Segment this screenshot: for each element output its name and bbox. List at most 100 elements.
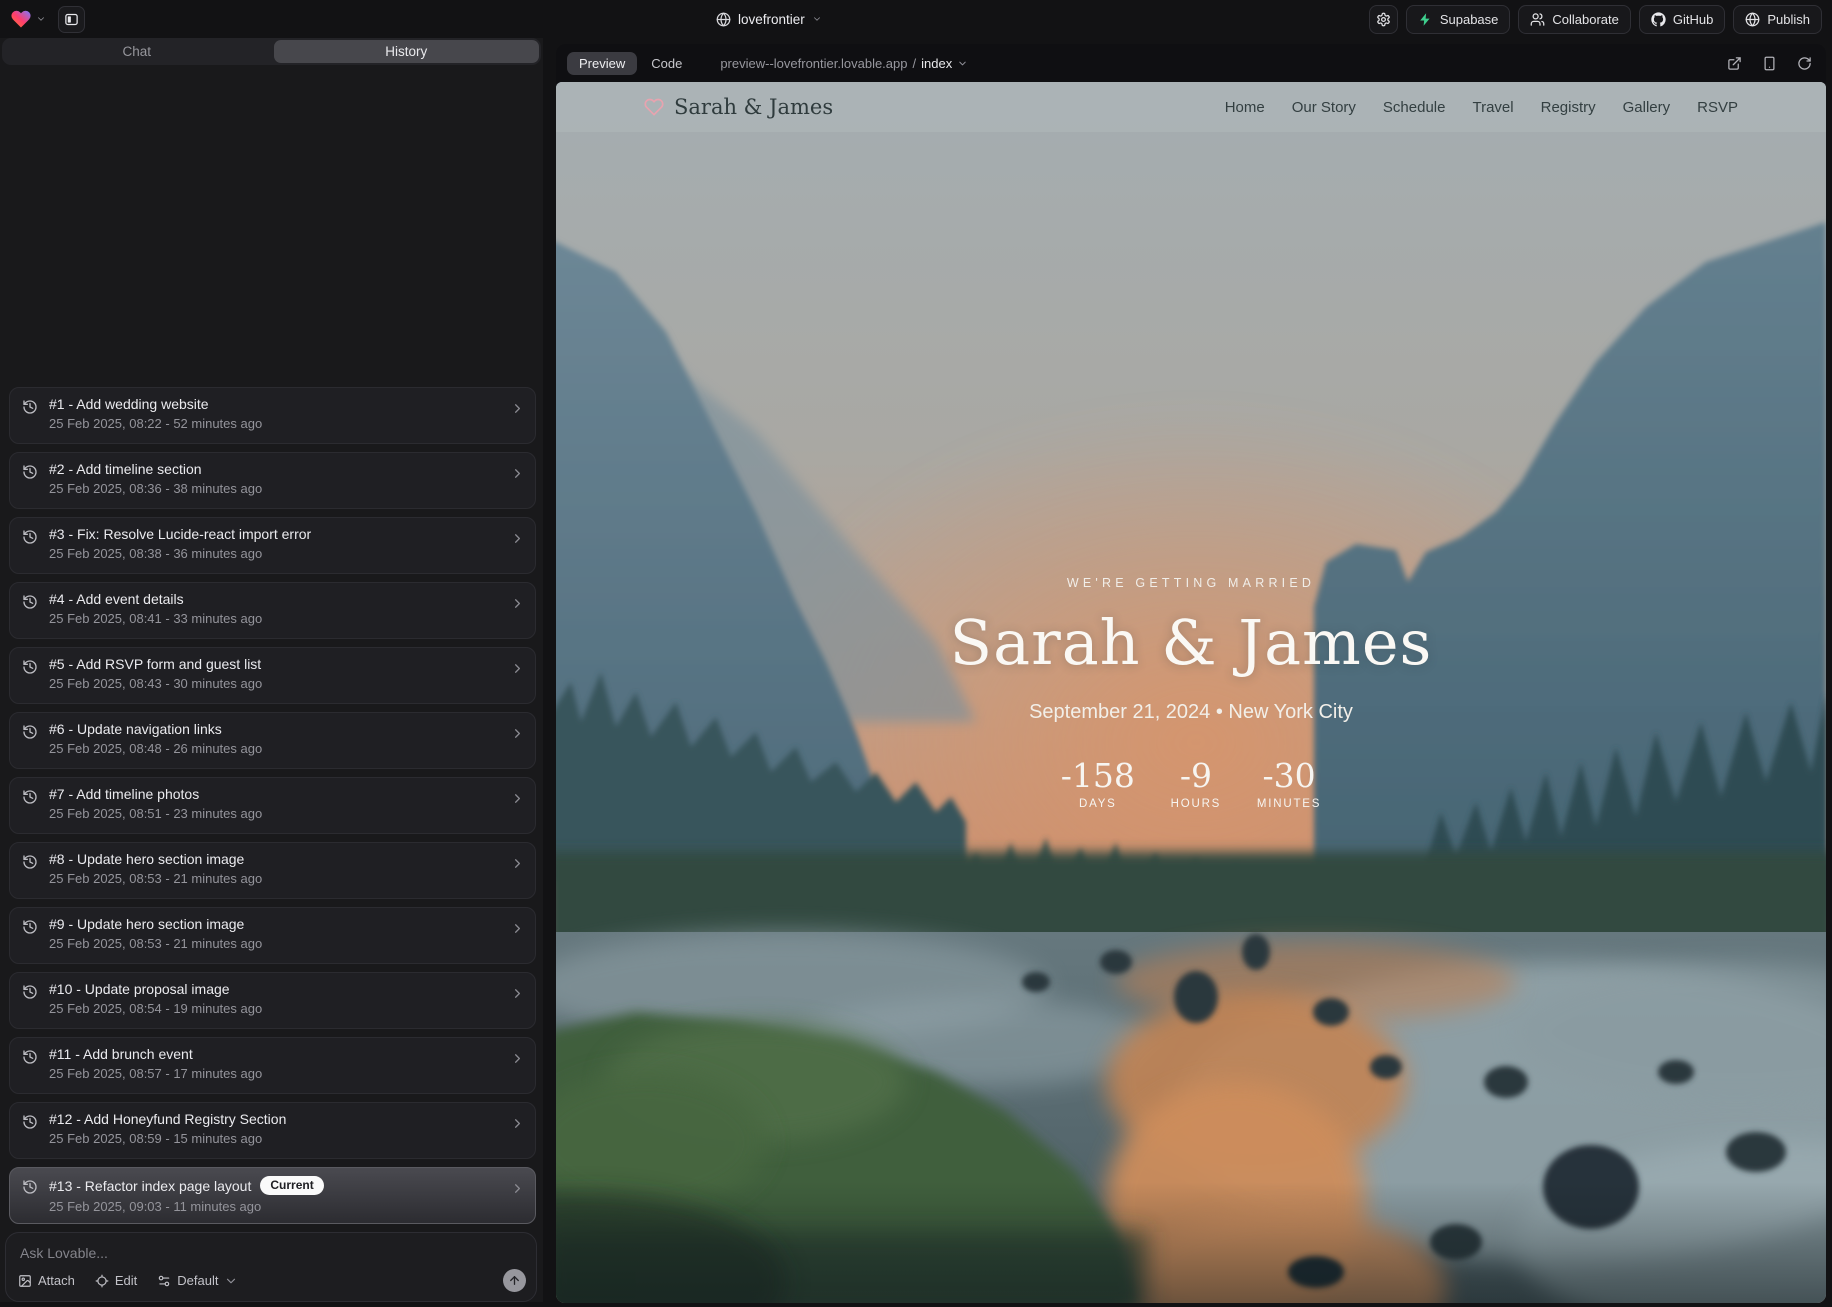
history-item-title: #9 - Update hero section image bbox=[49, 916, 244, 932]
tab-chat[interactable]: Chat bbox=[4, 40, 270, 63]
chevron-right-icon[interactable] bbox=[510, 856, 525, 871]
history-item-title: #6 - Update navigation links bbox=[49, 721, 222, 737]
model-mode-selector[interactable]: Default bbox=[157, 1273, 238, 1288]
chevron-right-icon[interactable] bbox=[510, 921, 525, 936]
history-item[interactable]: #9 - Update hero section image 25 Feb 20… bbox=[9, 907, 536, 964]
chevron-right-icon[interactable] bbox=[510, 661, 525, 676]
open-external-icon[interactable] bbox=[1727, 56, 1742, 71]
history-icon bbox=[22, 399, 38, 415]
history-item[interactable]: #10 - Update proposal image 25 Feb 2025,… bbox=[9, 972, 536, 1029]
publish-button[interactable]: Publish bbox=[1733, 5, 1822, 34]
history-item-title: #5 - Add RSVP form and guest list bbox=[49, 656, 261, 672]
history-item[interactable]: #5 - Add RSVP form and guest list 25 Feb… bbox=[9, 647, 536, 704]
send-button[interactable] bbox=[503, 1269, 526, 1292]
chevron-right-icon[interactable] bbox=[510, 1051, 525, 1066]
history-item[interactable]: #12 - Add Honeyfund Registry Section 25 … bbox=[9, 1102, 536, 1159]
history-item[interactable]: #2 - Add timeline section 25 Feb 2025, 0… bbox=[9, 452, 536, 509]
lovable-heart-icon bbox=[10, 8, 32, 30]
history-item-title: #12 - Add Honeyfund Registry Section bbox=[49, 1111, 286, 1127]
settings-button[interactable] bbox=[1369, 5, 1398, 34]
history-icon bbox=[22, 594, 38, 610]
history-item[interactable]: #1 - Add wedding website 25 Feb 2025, 08… bbox=[9, 387, 536, 444]
countdown-value: -158 bbox=[1061, 756, 1135, 795]
image-icon bbox=[18, 1274, 32, 1288]
project-switcher[interactable]: lovefrontier bbox=[716, 0, 822, 38]
tab-code[interactable]: Code bbox=[639, 52, 694, 75]
gear-icon bbox=[1376, 12, 1391, 27]
tab-preview[interactable]: Preview bbox=[567, 52, 637, 75]
countdown-value: -9 bbox=[1180, 756, 1212, 795]
edit-label: Edit bbox=[115, 1273, 137, 1288]
countdown-value: -30 bbox=[1262, 756, 1315, 795]
history-item-timestamp: 25 Feb 2025, 08:54 - 19 minutes ago bbox=[49, 1001, 523, 1016]
history-item-timestamp: 25 Feb 2025, 08:43 - 30 minutes ago bbox=[49, 676, 523, 691]
mobile-view-icon[interactable] bbox=[1762, 56, 1777, 71]
chevron-right-icon[interactable] bbox=[510, 1181, 525, 1196]
history-icon bbox=[22, 1179, 38, 1195]
countdown-label: MINUTES bbox=[1257, 798, 1321, 810]
history-icon bbox=[22, 854, 38, 870]
chevron-right-icon[interactable] bbox=[510, 401, 525, 416]
chevron-right-icon[interactable] bbox=[510, 1116, 525, 1131]
project-name: lovefrontier bbox=[738, 12, 805, 27]
history-item-timestamp: 25 Feb 2025, 08:57 - 17 minutes ago bbox=[49, 1066, 523, 1081]
collaborate-button[interactable]: Collaborate bbox=[1518, 5, 1631, 34]
panel-left-icon bbox=[64, 12, 79, 27]
history-item[interactable]: #11 - Add brunch event 25 Feb 2025, 08:5… bbox=[9, 1037, 536, 1094]
site-viewport: Sarah & James Home Our Story Schedule Tr… bbox=[556, 82, 1826, 1303]
chevron-right-icon[interactable] bbox=[510, 531, 525, 546]
preview-panel: Preview Code preview--lovefrontier.lovab… bbox=[556, 44, 1826, 1303]
chevron-right-icon[interactable] bbox=[510, 726, 525, 741]
users-icon bbox=[1530, 12, 1545, 27]
history-icon bbox=[22, 529, 38, 545]
history-item[interactable]: #7 - Add timeline photos 25 Feb 2025, 08… bbox=[9, 777, 536, 834]
countdown-column: -30 MINUTES bbox=[1257, 756, 1321, 810]
edit-button[interactable]: Edit bbox=[95, 1273, 137, 1288]
supabase-label: Supabase bbox=[1440, 12, 1499, 27]
history-icon bbox=[22, 789, 38, 805]
history-item-title: #7 - Add timeline photos bbox=[49, 786, 199, 802]
chevron-down-icon bbox=[36, 14, 46, 24]
preview-url: preview--lovefrontier.lovable.app bbox=[720, 56, 907, 71]
history-item[interactable]: #6 - Update navigation links 25 Feb 2025… bbox=[9, 712, 536, 769]
tab-history[interactable]: History bbox=[274, 40, 540, 63]
history-item-title: #2 - Add timeline section bbox=[49, 461, 202, 477]
hero-eyebrow: WE'RE GETTING MARRIED bbox=[1067, 576, 1315, 590]
history-icon bbox=[22, 919, 38, 935]
history-item-timestamp: 25 Feb 2025, 08:41 - 33 minutes ago bbox=[49, 611, 523, 626]
history-item[interactable]: #3 - Fix: Resolve Lucide-react import er… bbox=[9, 517, 536, 574]
hero-subtitle: September 21, 2024 • New York City bbox=[1029, 701, 1353, 724]
prompt-input[interactable] bbox=[6, 1233, 536, 1267]
chevron-down-icon bbox=[224, 1274, 238, 1288]
supabase-bolt-icon bbox=[1418, 12, 1433, 27]
hero-section: WE'RE GETTING MARRIED Sarah & James Sept… bbox=[556, 82, 1826, 1303]
chevron-right-icon[interactable] bbox=[510, 791, 525, 806]
supabase-button[interactable]: Supabase bbox=[1406, 5, 1511, 34]
chevron-right-icon[interactable] bbox=[510, 986, 525, 1001]
history-icon bbox=[22, 1114, 38, 1130]
chevron-right-icon[interactable] bbox=[510, 466, 525, 481]
globe-icon bbox=[1745, 12, 1760, 27]
preview-toolbar: Preview Code preview--lovefrontier.lovab… bbox=[556, 44, 1826, 82]
history-item-title: #8 - Update hero section image bbox=[49, 851, 244, 867]
history-item[interactable]: #8 - Update hero section image 25 Feb 20… bbox=[9, 842, 536, 899]
github-button[interactable]: GitHub bbox=[1639, 5, 1725, 34]
history-item-timestamp: 25 Feb 2025, 08:53 - 21 minutes ago bbox=[49, 936, 523, 951]
chevron-right-icon[interactable] bbox=[510, 596, 525, 611]
history-icon bbox=[22, 1049, 38, 1065]
history-item[interactable]: #4 - Add event details 25 Feb 2025, 08:4… bbox=[9, 582, 536, 639]
sidebar-toggle-button[interactable] bbox=[58, 6, 85, 33]
chat-history-sidebar: Chat History #1 - Add wedding website 25… bbox=[0, 38, 543, 1302]
publish-label: Publish bbox=[1767, 12, 1810, 27]
preview-path: index bbox=[921, 56, 952, 71]
countdown: -158 DAYS -9 HOURS -30 MINUTES bbox=[1061, 756, 1322, 810]
history-item-title: #4 - Add event details bbox=[49, 591, 184, 607]
preview-url-bar[interactable]: preview--lovefrontier.lovable.app / inde… bbox=[720, 56, 968, 71]
hero-title: Sarah & James bbox=[950, 606, 1433, 679]
history-item[interactable]: #13 - Refactor index page layout Current… bbox=[9, 1167, 536, 1224]
crosshair-icon bbox=[95, 1274, 109, 1288]
countdown-label: HOURS bbox=[1171, 798, 1222, 810]
lovable-logo-menu[interactable] bbox=[10, 8, 46, 30]
attach-button[interactable]: Attach bbox=[18, 1273, 75, 1288]
refresh-icon[interactable] bbox=[1797, 56, 1812, 71]
